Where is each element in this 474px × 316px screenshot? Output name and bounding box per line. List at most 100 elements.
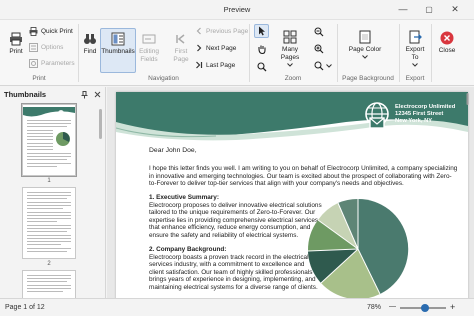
section-line: ensure the safety and reliability of ele… [149, 231, 299, 239]
chevron-right-icon [197, 44, 202, 52]
next-page-button[interactable]: Next Page [195, 44, 236, 52]
globe-envelope-logo-icon [365, 102, 389, 129]
zoom-group-label: Zoom [284, 75, 302, 82]
intro-line: to-Forever to deliver top-tier services … [149, 180, 404, 188]
page-color-button[interactable]: Page Color [345, 30, 385, 61]
zoom-tool-button[interactable] [257, 62, 267, 72]
company-city: New York, NY [395, 118, 433, 124]
thumbnail-preview [27, 192, 71, 252]
section-line: Electrocorp proposes to deliver innovati… [149, 201, 322, 209]
zoom-dropdown-button[interactable] [314, 61, 335, 71]
editing-fields-label: Editing Fields [139, 48, 159, 63]
pie-chart [307, 198, 409, 298]
export-group-label: Export [405, 75, 425, 82]
zoom-out-button[interactable] [314, 27, 324, 37]
close-circle-icon [440, 31, 454, 45]
company-address-block: Electrocorp Unlimited 12345 First Street… [395, 104, 457, 132]
zoom-in-status-button[interactable]: + [450, 302, 455, 312]
select-tool-button[interactable] [254, 24, 269, 38]
section-line: services industry, with a commitment to … [149, 261, 305, 269]
intro-paragraph: I hope this letter finds you well. I am … [149, 165, 457, 188]
company-street: 12345 First Street [395, 111, 444, 117]
page-color-icon [359, 30, 371, 44]
printer-icon [10, 32, 22, 46]
options-icon [29, 43, 38, 52]
quick-print-icon [29, 27, 38, 36]
document-viewer[interactable]: Electrocorp Unlimited 12345 First Street… [107, 87, 474, 298]
ribbon-divider [249, 24, 250, 82]
close-preview-button[interactable]: Close [436, 31, 458, 55]
zoom-slider[interactable] [400, 304, 446, 312]
parameters-icon [29, 59, 38, 68]
zoom-dropdown-icon [314, 61, 324, 71]
ribbon-divider [399, 24, 400, 82]
next-page-label: Next Page [206, 44, 237, 52]
print-button[interactable]: Print [5, 32, 27, 56]
maximize-button[interactable]: ▢ [422, 3, 436, 16]
last-page-icon [196, 61, 203, 69]
options-button[interactable]: Options [29, 43, 63, 52]
section-line: brings years of experience in designing,… [149, 276, 316, 284]
chevron-down-icon [412, 63, 418, 67]
section-heading: 2. Company Background: [149, 246, 227, 253]
pin-icon[interactable] [81, 91, 88, 99]
page-color-label: Page Color [348, 46, 382, 53]
many-pages-label: Many Pages [280, 46, 300, 61]
print-label: Print [9, 48, 23, 55]
section-heading: 1. Executive Summary: [149, 194, 219, 201]
zoom-in-button[interactable] [314, 44, 324, 54]
previous-page-button[interactable]: Previous Page [195, 27, 248, 35]
status-bar: Page 1 of 12 78% — + [0, 298, 474, 316]
export-to-button[interactable]: Export To [402, 30, 428, 69]
hand-tool-button[interactable] [257, 44, 267, 54]
thumbnails-label: Thumbnails [101, 48, 135, 55]
chevron-down-icon [326, 64, 332, 68]
find-label: Find [83, 48, 97, 55]
thumbnail-preview [23, 107, 75, 167]
chevron-left-icon [196, 27, 201, 35]
section-line: Electrocorp boasts a proven track record… [149, 253, 309, 261]
minimize-button[interactable]: — [396, 3, 410, 16]
zoom-slider-thumb[interactable] [421, 304, 430, 312]
thumbnails-icon [111, 32, 125, 46]
last-page-label: Last Page [206, 61, 236, 69]
editing-fields-icon [142, 34, 156, 44]
thumbnail-page[interactable] [22, 270, 76, 298]
parameters-button[interactable]: Parameters [29, 59, 75, 68]
previous-page-label: Previous Page [206, 27, 249, 35]
thumbnail-page[interactable] [22, 187, 76, 259]
export-to-label: Export To [405, 46, 425, 61]
section-line: that enhance efficiency, reduce energy c… [149, 224, 311, 232]
close-icon[interactable] [94, 91, 101, 98]
last-page-button[interactable]: Last Page [195, 61, 235, 69]
executive-summary-section: 1. Executive Summary: Electrocorp propos… [149, 194, 322, 240]
chevron-down-icon [362, 55, 368, 59]
section-line: tailored to the unique requirements of Z… [149, 209, 316, 217]
section-line: expertise lies in providing comprehensiv… [149, 216, 319, 224]
thumbnails-button[interactable]: Thumbnails [100, 28, 136, 73]
thumbnails-header: Thumbnails [4, 90, 47, 99]
navigation-group-label: Navigation [148, 75, 179, 82]
viewer-scrollbar[interactable] [466, 93, 469, 293]
close-label: Close [438, 47, 456, 54]
magnifier-icon [257, 62, 267, 72]
intro-line: in innovative and emerging technologies.… [149, 172, 452, 180]
quick-print-button[interactable]: Quick Print [29, 27, 73, 36]
window-close-button[interactable]: ✕ [448, 3, 462, 16]
zoom-out-icon [314, 27, 324, 37]
many-pages-button[interactable]: Many Pages [272, 30, 308, 69]
thumbnail-page-number: 2 [47, 261, 51, 267]
page-indicator: Page 1 of 12 [5, 304, 45, 311]
editing-fields-button[interactable]: Editing Fields [136, 32, 162, 64]
first-page-button[interactable]: First Page [170, 32, 192, 64]
thumbnail-page[interactable] [21, 103, 77, 177]
thumbnails-scrollbar[interactable] [99, 109, 102, 139]
first-page-icon [176, 34, 185, 44]
hand-icon [258, 45, 266, 54]
ribbon-divider [431, 24, 432, 82]
zoom-out-status-button[interactable]: — [389, 303, 396, 310]
salutation: Dear John Doe, [149, 147, 197, 154]
find-button[interactable]: Find [81, 32, 99, 56]
section-line: client satisfaction. Our team of highly … [149, 268, 313, 276]
ribbon-divider [337, 24, 338, 82]
